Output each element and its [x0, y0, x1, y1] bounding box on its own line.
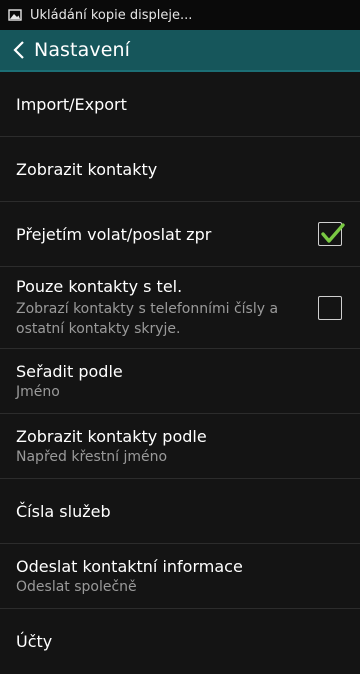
settings-item-swipe-call[interactable]: Přejetím volat/poslat zpr [0, 202, 360, 267]
status-text: Ukládání kopie displeje... [30, 7, 193, 23]
settings-item-label: Přejetím volat/poslat zpr [16, 224, 212, 244]
settings-item-label: Zobrazit kontakty podle [16, 426, 207, 446]
settings-item-import-export[interactable]: Import/Export [0, 72, 360, 137]
page-title[interactable]: Nastavení [34, 39, 130, 61]
settings-item-display-by[interactable]: Zobrazit kontakty podle Napřed křestní j… [0, 414, 360, 479]
action-bar: Nastavení [0, 30, 360, 72]
status-bar: Ukládání kopie displeje... [0, 0, 360, 30]
settings-item-accounts[interactable]: Účty [0, 609, 360, 674]
settings-item-sort-by[interactable]: Seřadit podle Jméno [0, 349, 360, 414]
settings-item-show-contacts[interactable]: Zobrazit kontakty [0, 137, 360, 202]
swipe-call-checkbox[interactable] [318, 222, 345, 246]
settings-item-label: Účty [16, 632, 53, 651]
checkmark-icon [321, 223, 345, 243]
chevron-left-icon[interactable] [8, 39, 30, 61]
settings-item-summary: Odeslat společně [16, 578, 137, 595]
settings-item-label: Odeslat kontaktní informace [16, 556, 243, 576]
settings-item-label: Pouze kontakty s tel. [16, 277, 183, 296]
only-with-phone-checkbox[interactable] [318, 295, 342, 320]
settings-item-label: Čísla služeb [16, 501, 111, 521]
settings-item-label: Zobrazit kontakty [16, 159, 158, 179]
settings-item-summary: Napřed křestní jméno [16, 448, 168, 465]
settings-item-send-contact-info[interactable]: Odeslat kontaktní informace Odeslat spol… [0, 544, 360, 609]
settings-list: Import/Export Zobrazit kontakty Přejetím… [0, 72, 360, 674]
settings-item-only-with-phone[interactable]: Pouze kontakty s tel. Zobrazí kontakty s… [0, 267, 360, 349]
settings-item-summary: Jméno [16, 383, 60, 400]
settings-item-service-numbers[interactable]: Čísla služeb [0, 479, 360, 544]
settings-item-label: Import/Export [16, 94, 127, 114]
settings-item-label: Seřadit podle [16, 361, 123, 381]
image-icon [8, 8, 22, 22]
settings-item-summary: Zobrazí kontakty s telefonními čísly a o… [16, 301, 279, 337]
